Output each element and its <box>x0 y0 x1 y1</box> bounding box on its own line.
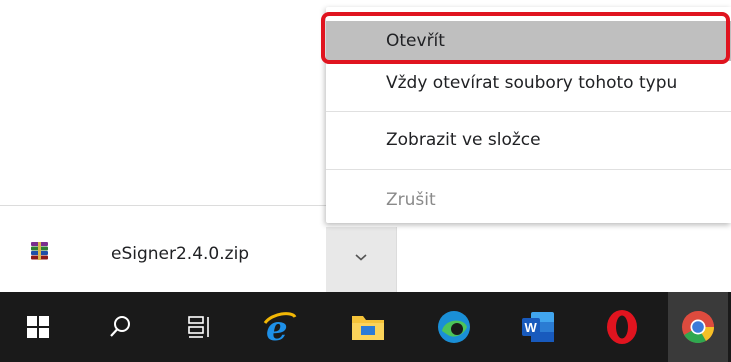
menu-item-show-in-folder-label: Zobrazit ve složce <box>386 130 541 150</box>
menu-separator <box>326 111 731 112</box>
internet-explorer-icon: e <box>263 309 297 345</box>
menu-item-cancel-label: Zrušit <box>386 190 436 210</box>
task-view-button[interactable] <box>170 292 230 362</box>
edge-button[interactable] <box>424 292 484 362</box>
menu-item-always-open-label: Vždy otevírat soubory tohoto typu <box>386 73 678 93</box>
menu-separator <box>326 169 731 170</box>
download-item-divider <box>396 227 397 292</box>
highlight-annotation-frame <box>321 12 730 64</box>
menu-item-always-open[interactable]: Vždy otevírat soubory tohoto typu <box>326 63 731 103</box>
chrome-button[interactable] <box>668 292 728 362</box>
file-explorer-icon <box>352 316 384 340</box>
word-badge-letter: W <box>525 320 538 335</box>
start-button[interactable] <box>8 292 68 362</box>
windows-taskbar: e W <box>0 292 731 362</box>
windows-start-icon <box>27 316 49 338</box>
chevron-down-icon <box>355 254 367 261</box>
opera-button[interactable] <box>592 292 652 362</box>
search-icon <box>110 316 130 337</box>
menu-item-show-in-folder[interactable]: Zobrazit ve složce <box>326 120 731 160</box>
download-options-button[interactable] <box>326 227 396 292</box>
download-file-name: eSigner2.4.0.zip <box>111 244 250 264</box>
task-view-icon <box>188 316 209 338</box>
search-button[interactable] <box>90 292 150 362</box>
menu-item-cancel: Zrušit <box>326 180 731 220</box>
winrar-archive-icon <box>30 242 50 260</box>
edge-icon <box>438 311 470 343</box>
internet-explorer-button[interactable]: e <box>250 292 310 362</box>
file-explorer-button[interactable] <box>338 292 398 362</box>
word-icon: W <box>522 312 554 342</box>
word-button[interactable]: W <box>508 292 568 362</box>
opera-icon <box>607 310 637 344</box>
chrome-icon <box>682 311 715 344</box>
